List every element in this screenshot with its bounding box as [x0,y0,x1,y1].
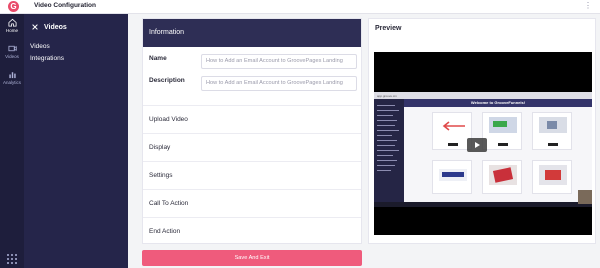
preview-panel: Preview app.groove.cm Welcome to GrooveF… [368,18,596,244]
description-row: Description How to Add an Email Account … [143,76,361,96]
home-icon [7,18,17,27]
app-logo[interactable]: G [8,1,19,12]
video-icon [7,45,17,52]
rail-item-videos[interactable]: Videos [0,44,24,59]
section-end-action[interactable]: End Action [143,217,361,245]
video-card-5 [482,160,522,194]
video-card-1 [432,112,472,150]
video-banner: Welcome to GrooveFunnels! [404,99,592,107]
sidebar-item-integrations[interactable]: Integrations [30,55,64,62]
video-card-4 [432,160,472,194]
sidebar-header: Videos [30,21,67,33]
video-card-3 [532,112,572,150]
video-taskbar [374,202,592,207]
name-input[interactable]: How to Add an Email Account to GroovePag… [201,54,357,69]
rail-label-home: Home [5,28,18,33]
section-call-to-action[interactable]: Call To Action [143,189,361,217]
videos-sidebar: Videos Videos Integrations [24,14,128,268]
close-icon[interactable] [30,23,40,31]
play-icon[interactable] [467,138,487,152]
description-label: Description [149,77,185,84]
video-url-text: app.groove.cm [377,93,397,98]
rail-item-home[interactable]: Home [0,18,24,33]
rail-label-analytics: Analytics [2,80,21,85]
video-browser-bar: app.groove.cm [374,92,592,99]
webcam-overlay [578,190,592,204]
arrow-graphic [442,121,465,131]
sidebar-title: Videos [44,23,67,31]
name-label: Name [149,55,167,62]
top-bar: G Video Configuration ⋮ [0,0,600,14]
section-display[interactable]: Display [143,133,361,161]
rail-item-analytics[interactable]: Analytics [0,70,24,85]
video-frame: app.groove.cm Welcome to GrooveFunnels! [374,92,592,207]
video-card-2 [482,112,522,150]
page-title: Video Configuration [34,2,96,9]
name-row: Name How to Add an Email Account to Groo… [143,54,361,74]
section-upload-video[interactable]: Upload Video [143,105,361,133]
save-and-exit-button[interactable]: Save And Exit [142,250,362,266]
information-header[interactable]: Information [143,19,361,47]
analytics-icon [8,72,16,79]
icon-rail: Home Videos Analytics [0,14,24,268]
video-inner-sidebar [374,99,404,202]
section-settings[interactable]: Settings [143,161,361,189]
more-menu-icon[interactable]: ⋮ [584,1,592,11]
rail-label-videos: Videos [5,54,19,59]
preview-title: Preview [375,25,402,32]
sidebar-item-videos[interactable]: Videos [30,43,50,50]
video-card-6 [532,160,572,194]
video-player[interactable]: app.groove.cm Welcome to GrooveFunnels! [374,52,592,235]
description-input[interactable]: How to Add an Email Account to GroovePag… [201,76,357,91]
apps-grid-icon[interactable] [7,254,17,264]
information-panel: Information Name How to Add an Email Acc… [142,18,362,244]
